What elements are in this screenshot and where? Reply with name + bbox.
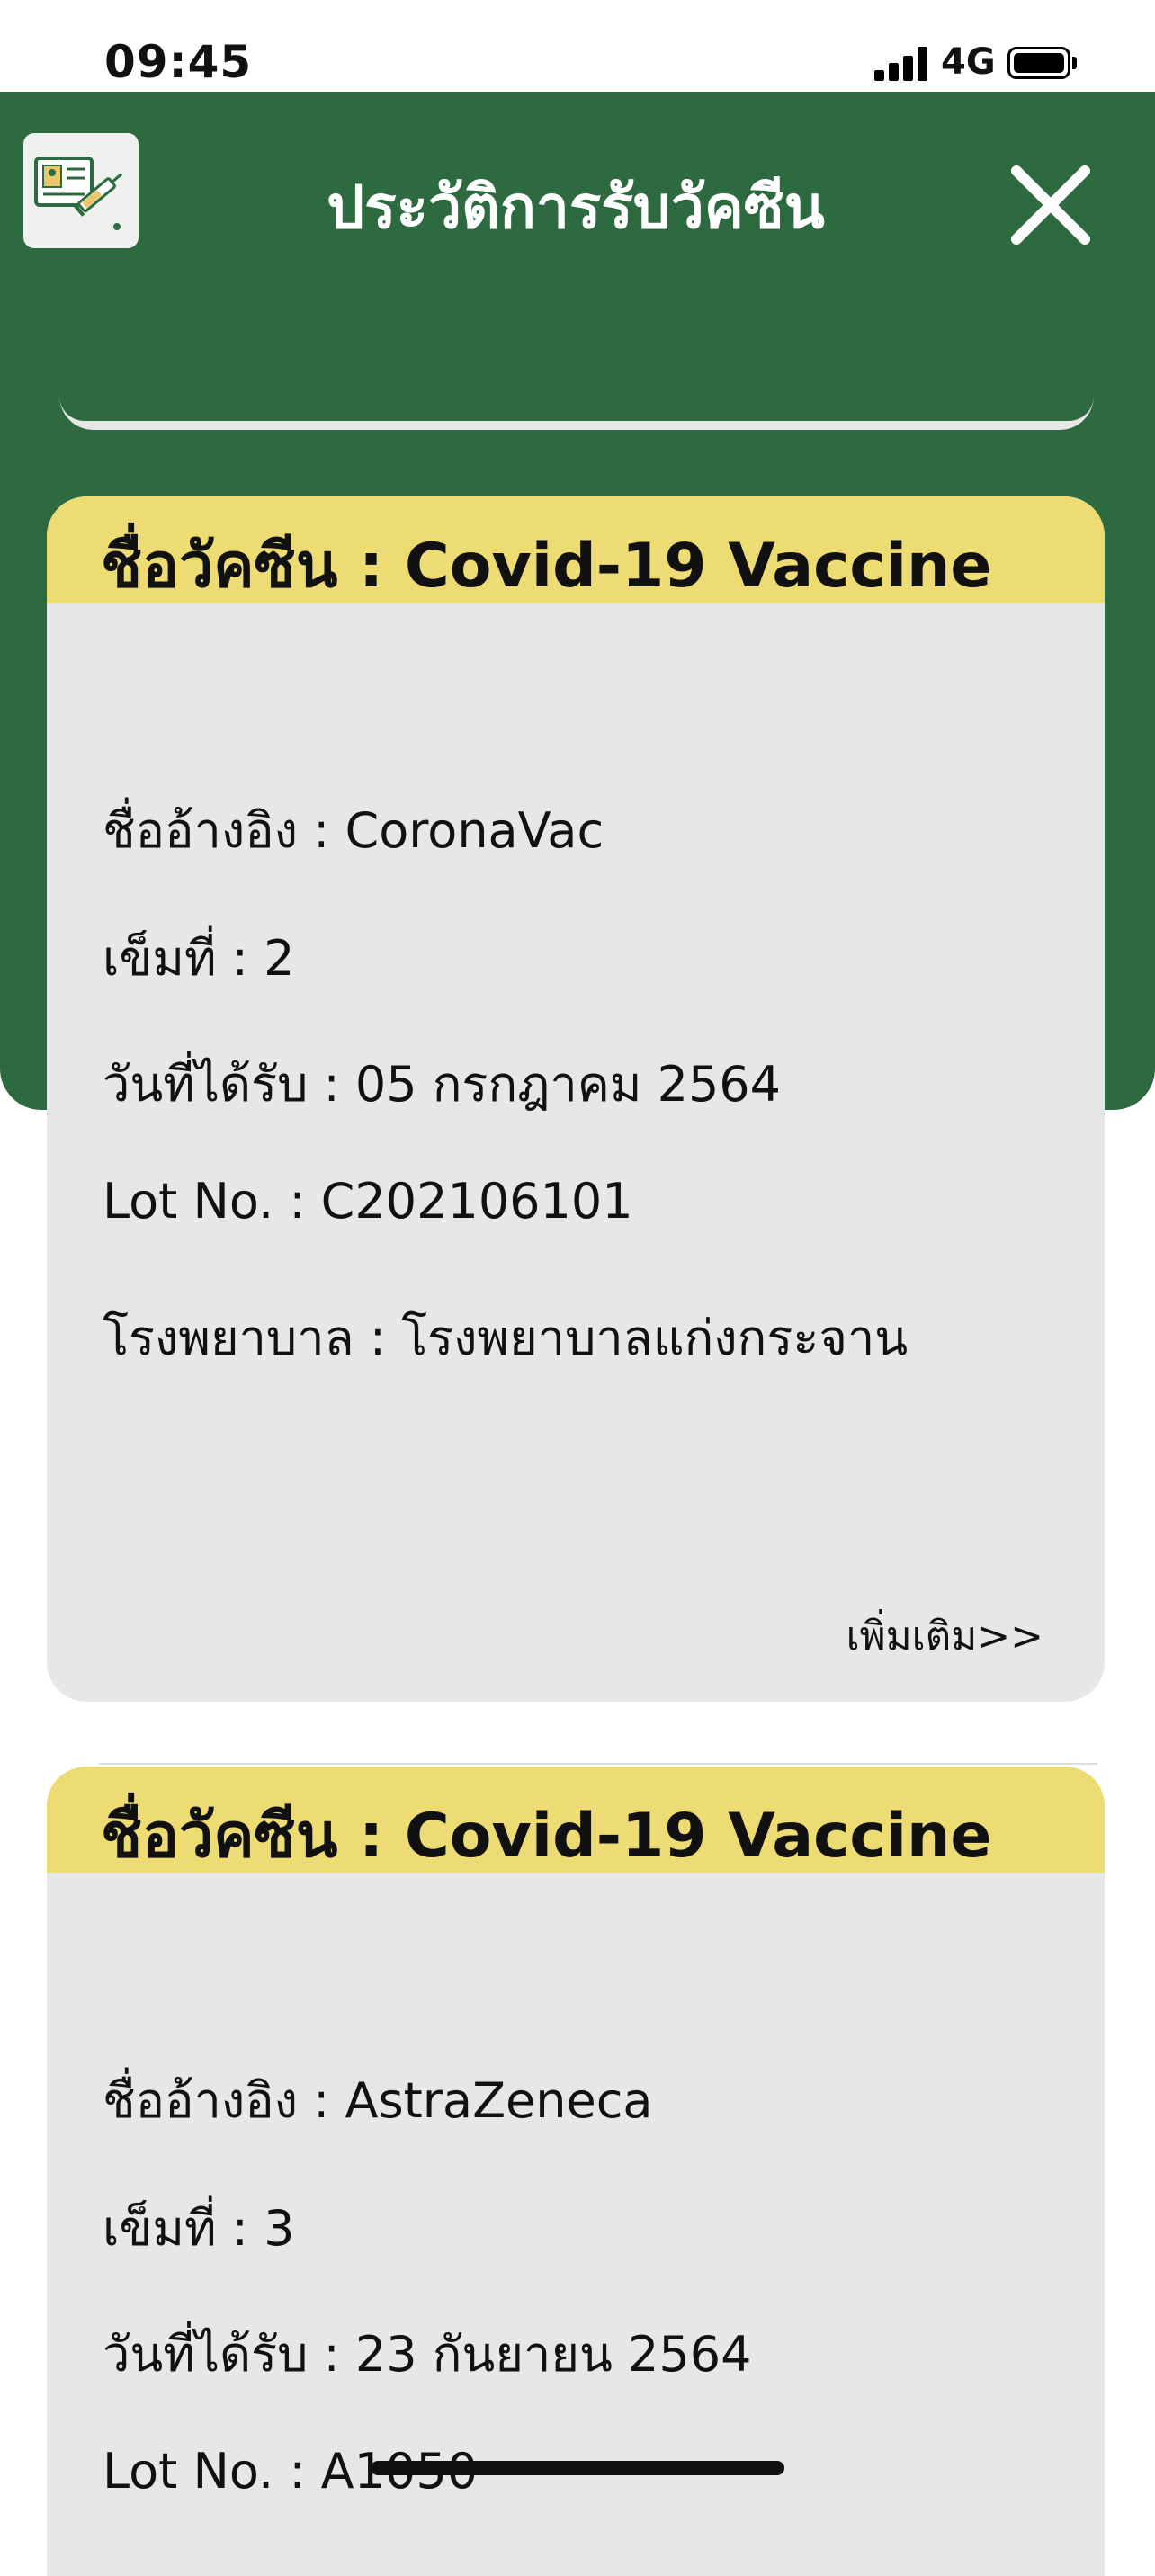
previous-card-edge bbox=[59, 396, 1094, 430]
received-date: วันที่ได้รับ : 05 กรกฎาคม 2564 bbox=[103, 1056, 782, 1113]
vaccine-name-title: ชื่อวัคซีน : Covid-19 Vaccine bbox=[101, 531, 992, 602]
more-details-link[interactable]: เพิ่มเติม>> bbox=[846, 1605, 1043, 1668]
reference-name: ชื่ออ้างอิง : AstraZeneca bbox=[103, 2072, 653, 2129]
reference-name: ชื่ออ้างอิง : CoronaVac bbox=[103, 802, 604, 859]
close-icon[interactable] bbox=[1006, 160, 1096, 250]
divider bbox=[99, 1763, 1097, 1765]
status-time: 09:45 bbox=[104, 36, 253, 88]
vaccine-record-card[interactable]: ชื่อวัคซีน : Covid-19 Vaccine ชื่ออ้างอิ… bbox=[47, 496, 1105, 1702]
network-type: 4G bbox=[941, 41, 996, 83]
dose-number: เข็มที่ : 3 bbox=[103, 2200, 295, 2257]
vaccine-certificate-icon bbox=[23, 133, 139, 248]
signal-icon bbox=[874, 47, 928, 81]
card-header: ชื่อวัคซีน : Covid-19 Vaccine bbox=[47, 1767, 1105, 1873]
received-date: วันที่ได้รับ : 23 กันยายน 2564 bbox=[103, 2326, 752, 2383]
vaccine-name-title: ชื่อวัคซีน : Covid-19 Vaccine bbox=[101, 1801, 992, 1872]
page-title: ประวัติการรับวัคซีน bbox=[327, 173, 825, 242]
status-bar: 09:45 4G bbox=[0, 0, 1155, 92]
battery-icon bbox=[1007, 47, 1070, 79]
dose-number: เข็มที่ : 2 bbox=[103, 930, 295, 987]
lot-number: Lot No. : C202106101 bbox=[103, 1173, 633, 1230]
battery-cap bbox=[1072, 57, 1077, 69]
home-indicator[interactable] bbox=[371, 2461, 784, 2475]
hospital-name: โรงพยาบาล : โรงพยาบาลแก่งกระจาน bbox=[103, 1310, 909, 1366]
vaccine-record-card[interactable]: ชื่อวัคซีน : Covid-19 Vaccine ชื่ออ้างอิ… bbox=[47, 1767, 1105, 2576]
card-header: ชื่อวัคซีน : Covid-19 Vaccine bbox=[47, 496, 1105, 603]
